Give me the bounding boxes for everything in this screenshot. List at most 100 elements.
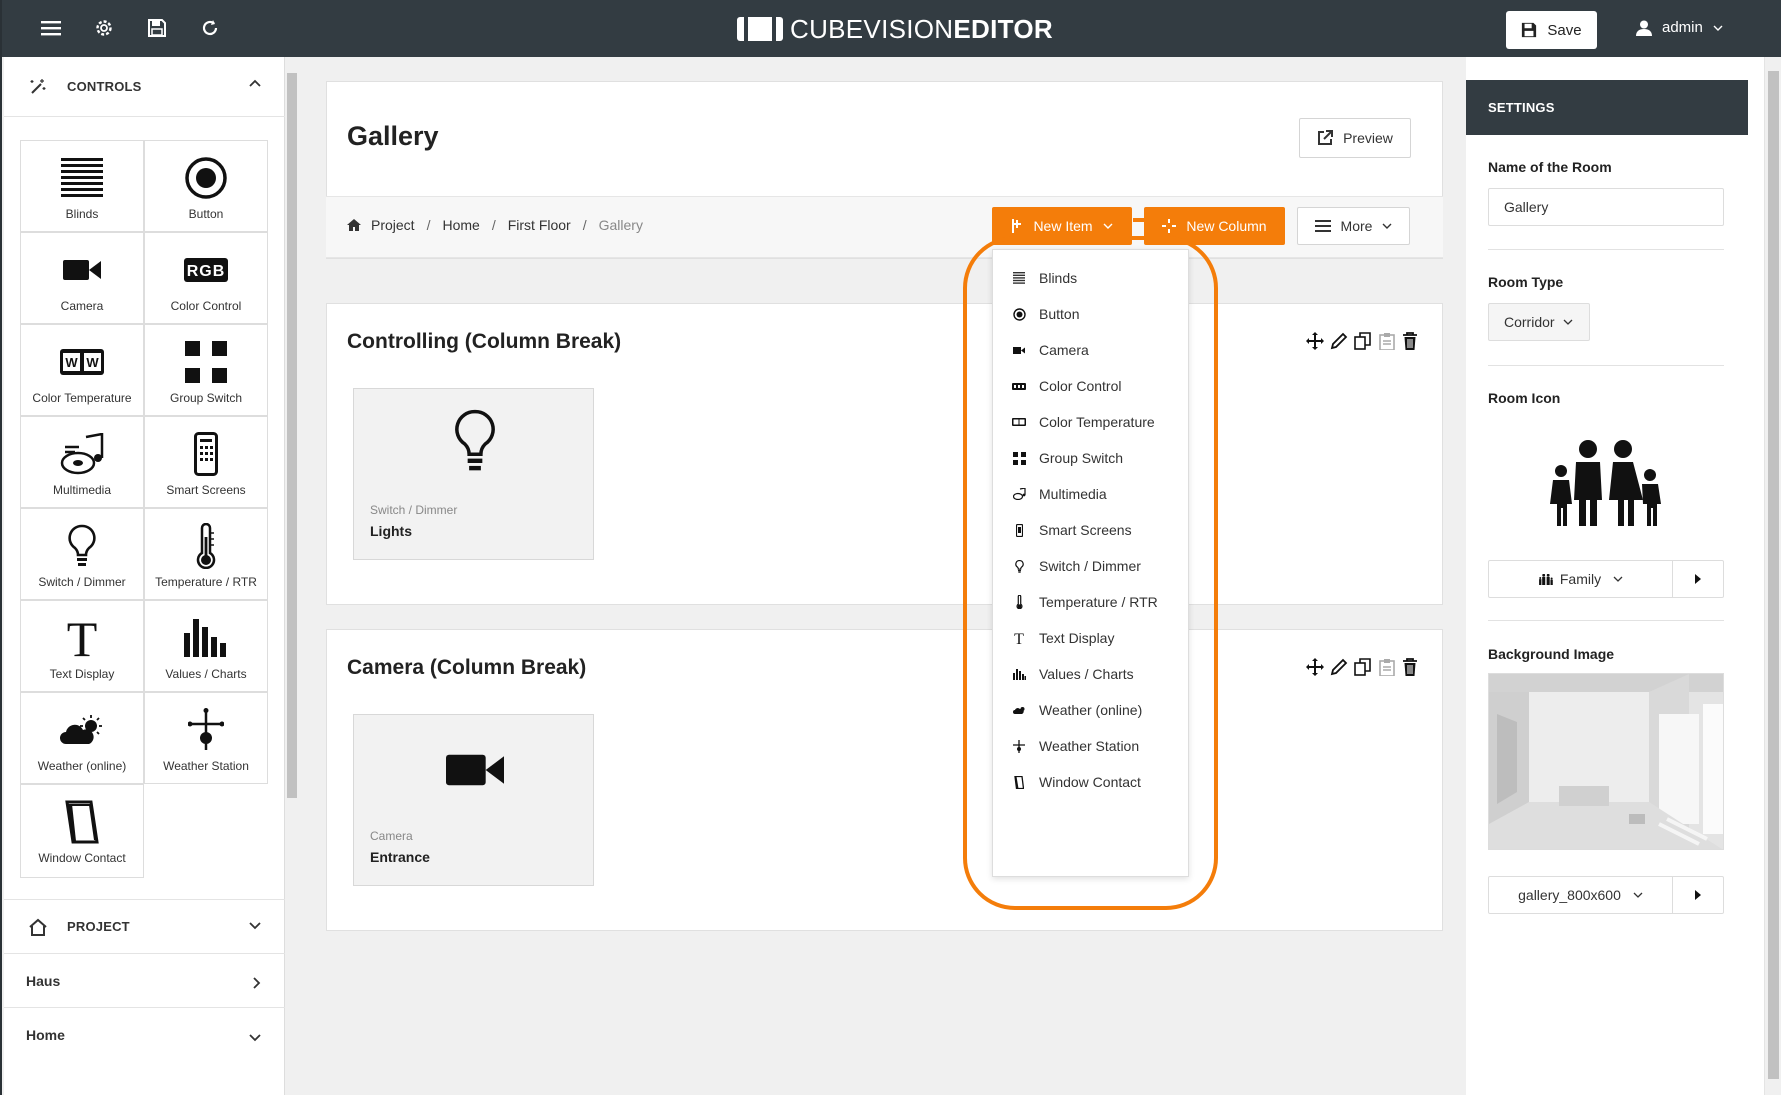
copy-icon[interactable] (1354, 658, 1372, 676)
tile-window-contact[interactable]: Window Contact (20, 784, 144, 878)
settings-title: SETTINGS (1466, 80, 1748, 135)
tile-color-temperature[interactable]: WW Color Temperature (20, 324, 144, 416)
tile-label: Weather Station (163, 759, 249, 773)
chevron-down-icon (249, 1034, 261, 1042)
breadcrumb-home[interactable]: Home (442, 217, 479, 233)
paste-icon[interactable] (1378, 332, 1396, 350)
highlight-connector (1133, 218, 1147, 222)
tile-label: Color Control (170, 299, 242, 313)
edit-icon[interactable] (1330, 658, 1348, 676)
left-sidebar: CONTROLS Blinds Button Camera RGB Color … (4, 57, 285, 1095)
tile-multimedia[interactable]: Multimedia (20, 416, 144, 508)
room-icon-select[interactable]: Family (1489, 561, 1673, 597)
item-card-entrance[interactable]: Camera Entrance (353, 714, 594, 886)
new-item-label: New Item (1033, 218, 1093, 234)
tile-temperature-rtr[interactable]: Temperature / RTR (144, 508, 268, 600)
tile-blinds[interactable]: Blinds (20, 140, 144, 232)
tile-weather-online[interactable]: Weather (online) (20, 692, 144, 784)
item-name: Entrance (370, 849, 430, 865)
tile-weather-station[interactable]: Weather Station (144, 692, 268, 784)
breadcrumb-current: Gallery (598, 217, 643, 233)
room-icon-next-button[interactable] (1673, 561, 1723, 597)
breadcrumb-first-floor[interactable]: First Floor (508, 217, 571, 233)
paste-icon[interactable] (1378, 658, 1396, 676)
gear-icon[interactable] (89, 13, 119, 43)
tile-group-switch[interactable]: Group Switch (144, 324, 268, 416)
user-menu[interactable]: admin (1636, 19, 1723, 36)
background-image-select[interactable]: gallery_800x600 (1489, 877, 1673, 913)
item-card-lights[interactable]: Switch / Dimmer Lights (353, 388, 594, 560)
save-button[interactable]: Save (1506, 11, 1597, 49)
refresh-icon[interactable] (195, 13, 225, 43)
family-icon (1538, 573, 1553, 585)
sidebar-scrollbar[interactable] (285, 57, 299, 1095)
svg-text:W: W (86, 355, 99, 370)
chevron-down-icon (1633, 892, 1643, 898)
room-type-label: Room Type (1488, 274, 1564, 290)
divider (1488, 620, 1724, 621)
tile-color-control[interactable]: RGB Color Control (144, 232, 268, 324)
background-image-next-button[interactable] (1673, 877, 1723, 913)
background-image-preview[interactable] (1488, 673, 1724, 850)
divider (1488, 365, 1724, 366)
chevron-down-icon (249, 922, 261, 930)
menu-icon[interactable] (36, 13, 66, 43)
cube-logo-icon (737, 17, 783, 41)
brand-light: CUBEVISION (790, 13, 954, 44)
rgb-icon: RGB (184, 241, 228, 299)
add-column-icon (1162, 219, 1177, 233)
chevron-up-icon (249, 79, 261, 87)
project-title: PROJECT (67, 919, 130, 934)
bar-chart-icon (184, 609, 228, 667)
more-label: More (1340, 218, 1373, 234)
edit-icon[interactable] (1330, 332, 1348, 350)
scroll-thumb[interactable] (287, 73, 297, 798)
room-type-select[interactable]: Corridor (1488, 303, 1590, 341)
smart-screen-icon (194, 425, 218, 483)
controls-header[interactable]: CONTROLS (4, 57, 285, 117)
copy-icon[interactable] (1354, 332, 1372, 350)
item-type: Switch / Dimmer (370, 503, 458, 517)
background-image-value: gallery_800x600 (1518, 887, 1621, 903)
project-header[interactable]: PROJECT (4, 899, 285, 953)
nav-item-haus[interactable]: Haus (4, 953, 285, 1007)
trash-icon[interactable] (1402, 332, 1418, 350)
save-label: Save (1547, 21, 1582, 39)
tile-camera[interactable]: Camera (20, 232, 144, 324)
move-icon[interactable] (1306, 332, 1324, 350)
tile-values-charts[interactable]: Values / Charts (144, 600, 268, 692)
caret-right-icon (1695, 574, 1701, 584)
brand-bold: EDITOR (953, 13, 1053, 44)
room-name-input[interactable]: Gallery (1488, 188, 1724, 226)
tile-label: Button (188, 207, 224, 221)
breadcrumb-project[interactable]: Project (371, 217, 415, 233)
room-type-value: Corridor (1504, 314, 1555, 330)
nav-label: Home (26, 1026, 65, 1043)
more-button[interactable]: More (1297, 207, 1410, 245)
trash-icon[interactable] (1402, 658, 1418, 676)
section-title: Camera (Column Break) (347, 656, 587, 679)
color-temperature-icon: WW (60, 333, 104, 391)
tile-smart-screens[interactable]: Smart Screens (144, 416, 268, 508)
nav-item-home[interactable]: Home (4, 1007, 285, 1061)
move-icon[interactable] (1306, 658, 1324, 676)
room-icon-picker[interactable]: Family (1488, 560, 1724, 598)
app-window: CUBEVISION EDITOR Save admin CONTROLS Bli… (0, 0, 1781, 1095)
tile-label: Multimedia (52, 483, 112, 497)
tile-label: Switch / Dimmer (38, 575, 126, 589)
page-title: Gallery (347, 121, 439, 151)
scroll-thumb[interactable] (1768, 71, 1779, 1079)
tile-switch-dimmer[interactable]: Switch / Dimmer (20, 508, 144, 600)
section-toolbar (1306, 658, 1418, 676)
preview-button[interactable]: Preview (1299, 118, 1411, 158)
page-scrollbar[interactable] (1764, 57, 1781, 1095)
highlight-annotation (963, 236, 1218, 910)
background-image-picker[interactable]: gallery_800x600 (1488, 876, 1724, 914)
tile-text-display[interactable]: T Text Display (20, 600, 144, 692)
room-icon-value: Family (1559, 571, 1602, 587)
bulb-icon (67, 517, 97, 575)
tile-button[interactable]: Button (144, 140, 268, 232)
floppy-icon[interactable] (142, 13, 172, 43)
tile-label: Values / Charts (165, 667, 247, 681)
external-link-icon (1318, 130, 1334, 145)
